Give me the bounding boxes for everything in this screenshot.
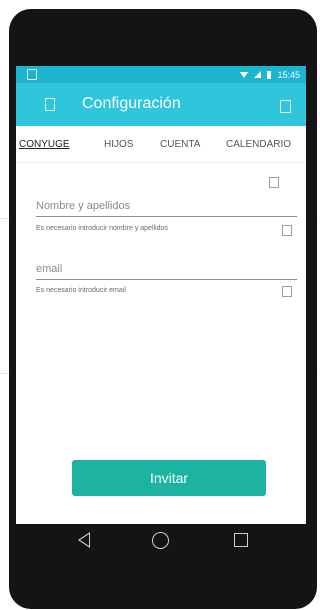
- email-error-checkbox[interactable]: [282, 286, 292, 297]
- back-icon-inner: [79, 534, 89, 546]
- signal-icon: [254, 71, 262, 78]
- email-error-text: Es necesario introducir email: [36, 287, 126, 294]
- status-icons: 15:45: [240, 68, 300, 81]
- status-time: 15:45: [277, 69, 300, 80]
- name-error-checkbox[interactable]: [282, 225, 292, 236]
- name-placeholder: Nombre y apellidos: [36, 200, 131, 212]
- tab-conyuge[interactable]: CONYUGE: [19, 139, 70, 150]
- invite-button[interactable]: Invitar: [72, 460, 266, 496]
- home-icon[interactable]: [152, 532, 169, 549]
- tab-calendario[interactable]: CALENDARIO: [226, 139, 291, 150]
- action-icon[interactable]: [280, 100, 291, 113]
- tab-bar: CONYUGE HIJOS CUENTA CALENDARIO: [16, 126, 306, 163]
- battery-icon: [267, 70, 272, 79]
- page-title: Configuración: [82, 95, 181, 112]
- menu-icon[interactable]: [45, 98, 55, 111]
- email-field[interactable]: email: [36, 259, 297, 280]
- name-error-text: Es necesario introducir nombre y apellid…: [36, 225, 168, 232]
- app-bar: Configuración: [16, 83, 306, 126]
- recent-apps-icon[interactable]: [234, 533, 248, 547]
- wifi-icon: [240, 71, 249, 78]
- app-screen: 15:45 Configuración CONYUGE HIJOS CUENTA…: [16, 66, 306, 524]
- notification-icon: [27, 69, 37, 80]
- tab-hijos[interactable]: HIJOS: [104, 139, 133, 150]
- email-placeholder: email: [36, 263, 63, 275]
- name-field[interactable]: Nombre y apellidos: [36, 196, 297, 217]
- tab-cuenta[interactable]: CUENTA: [160, 139, 200, 150]
- form-checkbox[interactable]: [269, 177, 279, 188]
- status-bar: 15:45: [16, 66, 306, 83]
- navigation-bar: [16, 524, 306, 556]
